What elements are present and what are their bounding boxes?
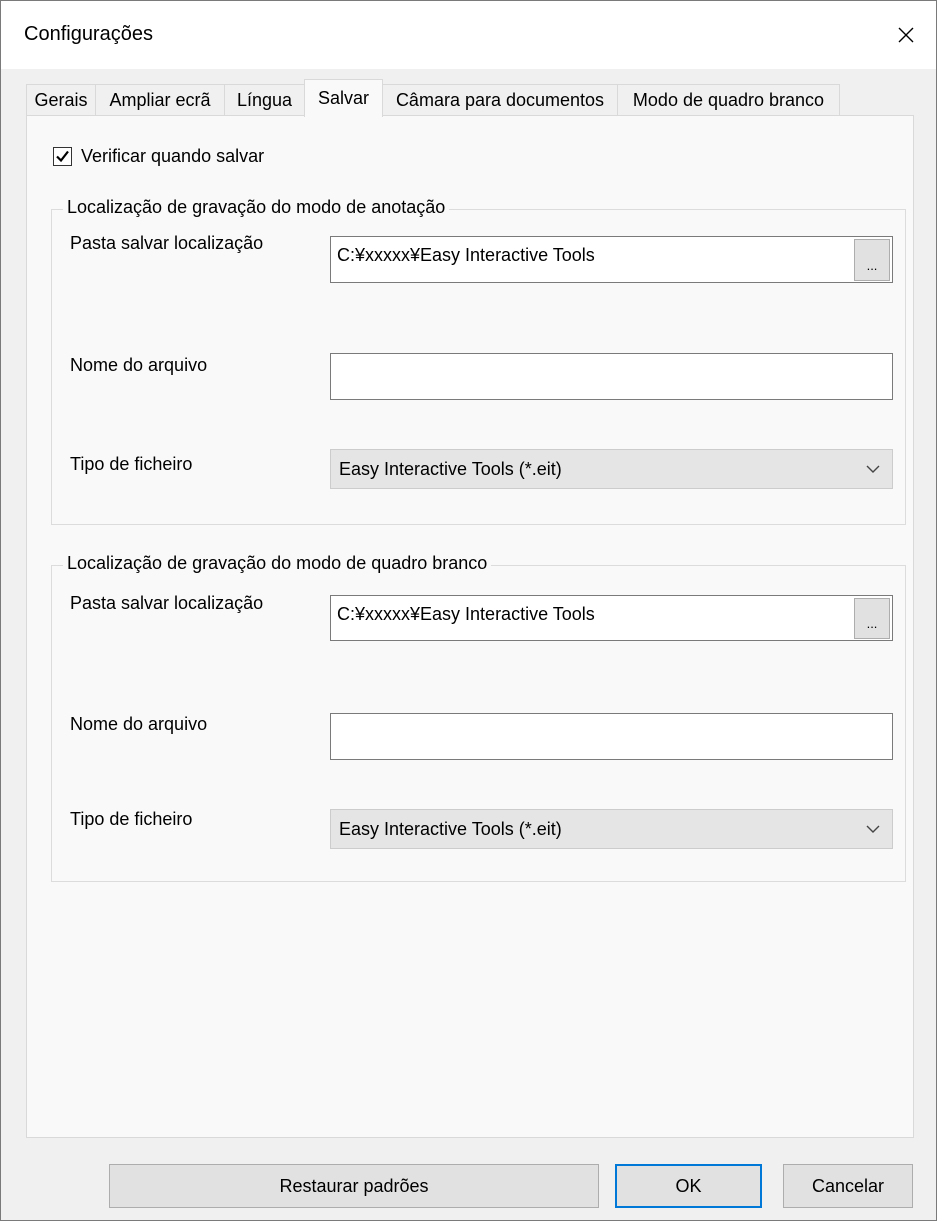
whiteboard-folder-label: Pasta salvar localização [70,593,264,613]
tab-lingua[interactable]: Língua [224,84,305,116]
verify-on-save-checkbox[interactable] [53,147,72,166]
whiteboard-filetype-label: Tipo de ficheiro [70,809,193,829]
tab-modo-quadro-branco[interactable]: Modo de quadro branco [617,84,840,116]
restore-defaults-button[interactable]: Restaurar padrões [109,1164,599,1208]
title-bar: Configurações [1,1,936,69]
annotation-filename-label: Nome do arquivo [70,355,208,375]
whiteboard-folder-value: C:¥xxxxx¥Easy Interactive Tools [337,604,595,624]
settings-dialog: Configurações Gerais Ampliar ecrã Língua… [0,0,937,1221]
close-icon [898,27,914,43]
whiteboard-filename-label: Nome do arquivo [70,714,208,734]
annotation-folder-value: C:¥xxxxx¥Easy Interactive Tools [337,245,595,265]
whiteboard-browse-button[interactable]: ... [854,598,890,639]
annotation-filetype-value: Easy Interactive Tools (*.eit) [339,459,562,479]
cancel-button[interactable]: Cancelar [783,1164,913,1208]
check-icon [56,150,69,163]
whiteboard-filetype-select[interactable]: Easy Interactive Tools (*.eit) [330,809,893,849]
tab-salvar[interactable]: Salvar [304,79,383,117]
verify-on-save-label: Verificar quando salvar [81,146,265,166]
chevron-down-icon [866,465,880,473]
whiteboard-filetype-value: Easy Interactive Tools (*.eit) [339,819,562,839]
annotation-filetype-select[interactable]: Easy Interactive Tools (*.eit) [330,449,893,489]
dialog-title: Configurações [24,23,153,45]
chevron-down-icon [866,825,880,833]
tab-gerais[interactable]: Gerais [26,84,96,116]
annotation-filename-input[interactable] [330,353,893,400]
ok-button[interactable]: OK [615,1164,762,1208]
whiteboard-filename-input[interactable] [330,713,893,760]
annotation-browse-button[interactable]: ... [854,239,890,281]
tab-ampliar-ecra[interactable]: Ampliar ecrã [95,84,225,116]
annotation-group-legend: Localização de gravação do modo de anota… [63,197,450,218]
annotation-folder-field[interactable]: C:¥xxxxx¥Easy Interactive Tools [330,236,893,283]
tab-camara-documentos[interactable]: Câmara para documentos [382,84,618,116]
annotation-folder-label: Pasta salvar localização [70,233,264,253]
close-button[interactable] [876,1,936,69]
whiteboard-group-legend: Localização de gravação do modo de quadr… [63,553,492,574]
whiteboard-folder-field[interactable]: C:¥xxxxx¥Easy Interactive Tools [330,595,893,641]
annotation-filetype-label: Tipo de ficheiro [70,454,193,474]
